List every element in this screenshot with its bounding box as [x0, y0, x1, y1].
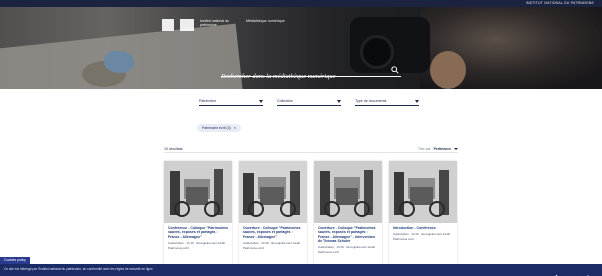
- search-icon[interactable]: [391, 66, 399, 74]
- top-utility-bar: INSTITUT NATIONAL DU PATRIMOINE: [0, 0, 602, 7]
- results-grid: Conférence - Colloque "Patrimoines sauvé…: [164, 161, 457, 265]
- cookie-policy-tab[interactable]: Cookies policy: [0, 257, 30, 264]
- archive-photo-icon: [239, 161, 307, 223]
- youtube-icon[interactable]: [565, 267, 570, 276]
- card-thumbnail[interactable]: [389, 161, 457, 223]
- result-card[interactable]: Ouverture - Colloque "Patrimoines sauvés…: [239, 161, 307, 265]
- card-title[interactable]: Ouverture - Colloque "Patrimoines sauvés…: [318, 226, 378, 243]
- card-thumbnail[interactable]: [239, 161, 307, 223]
- card-category: Patrimoine écrit: [243, 245, 264, 250]
- logo-text-mediatheque: Médiathèque numérique: [246, 19, 285, 23]
- chevron-down-icon: [415, 100, 419, 103]
- search-field[interactable]: Rechercher dans la médiathèque numérique: [221, 65, 401, 80]
- filter-label: Type de documents: [355, 99, 387, 103]
- logo-text-institution: Institut national du patrimoine: [200, 19, 230, 27]
- result-card[interactable]: Ouverture - Colloque "Patrimoines sauvés…: [314, 161, 382, 265]
- filter-collection[interactable]: Collection: [277, 99, 341, 106]
- card-title[interactable]: Introduction - Conférence: [393, 226, 453, 230]
- social-links: [554, 267, 592, 276]
- archive-photo-icon: [389, 161, 457, 223]
- sort-label: Trier par: [417, 147, 431, 151]
- archive-photo-icon: [164, 161, 232, 223]
- filter-bar: Patrimoine Collection Type de documents: [199, 99, 419, 106]
- card-category: Patrimoine écrit: [168, 245, 189, 250]
- card-title[interactable]: Ouverture - Colloque "Patrimoines sauvés…: [243, 226, 303, 239]
- hero-banner: Institut national du patrimoine Médiathè…: [0, 7, 602, 89]
- chevron-down-icon: [259, 100, 263, 103]
- card-thumbnail[interactable]: [164, 161, 232, 223]
- result-card[interactable]: Conférence - Colloque "Patrimoines sauvé…: [164, 161, 232, 265]
- filter-patrimoine[interactable]: Patrimoine: [199, 99, 263, 106]
- filter-label: Collection: [277, 99, 293, 103]
- republique-francaise-logo-icon: [162, 19, 174, 31]
- inp-logo-icon: [180, 19, 194, 31]
- institution-link[interactable]: INSTITUT NATIONAL DU PATRIMOINE: [526, 1, 594, 5]
- footer-bar: Ce site est hébergé par l'Institut natio…: [0, 264, 602, 276]
- filter-document-type[interactable]: Type de documents: [355, 99, 419, 106]
- filter-label: Patrimoine: [199, 99, 217, 103]
- active-filter-label: Patrimoine écrit (3): [202, 126, 231, 130]
- sort-value: Pertinence: [433, 147, 451, 151]
- result-card[interactable]: Introduction - Conférence Audio/vidéo · …: [389, 161, 457, 265]
- twitter-icon[interactable]: [576, 267, 581, 276]
- active-filter-chip[interactable]: Patrimoine écrit (3) ×: [197, 124, 241, 132]
- sort-control[interactable]: Trier par Pertinence: [418, 147, 458, 151]
- search-input[interactable]: Rechercher dans la médiathèque numérique: [221, 73, 336, 80]
- site-logo[interactable]: Institut national du patrimoine Médiathè…: [162, 19, 286, 31]
- results-count: 10 résultats: [164, 147, 183, 151]
- linkedin-icon[interactable]: [587, 267, 592, 276]
- card-thumbnail[interactable]: [314, 161, 382, 223]
- results-header: 10 résultats Trier par Pertinence: [164, 146, 458, 153]
- archive-photo-icon: [314, 161, 382, 223]
- footer-message: Ce site est hébergé par l'Institut natio…: [4, 267, 153, 271]
- facebook-icon[interactable]: [554, 267, 559, 276]
- card-category: Patrimoine écrit: [393, 237, 414, 242]
- card-title[interactable]: Conférence - Colloque "Patrimoines sauvé…: [168, 226, 228, 239]
- chevron-down-icon: [337, 100, 341, 103]
- chevron-down-icon: [454, 148, 458, 150]
- card-category: Patrimoine écrit: [318, 249, 339, 254]
- close-icon[interactable]: ×: [234, 126, 236, 130]
